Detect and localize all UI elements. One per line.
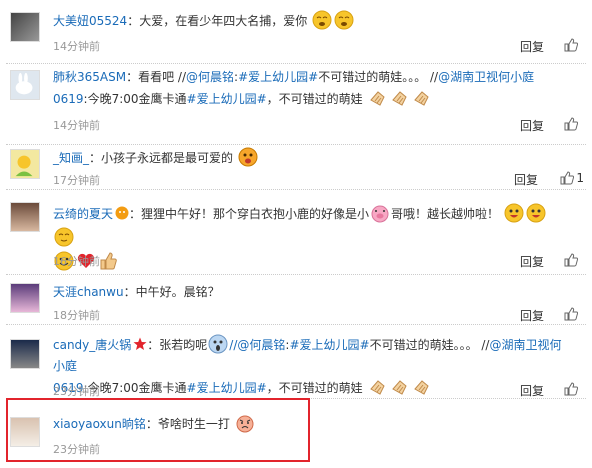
username[interactable]: candy_唐火锅 <box>53 338 131 352</box>
like-button[interactable] <box>564 307 578 321</box>
smiley-icon <box>238 147 258 167</box>
clap-icon <box>391 380 407 395</box>
avatar[interactable] <box>10 339 40 369</box>
thumbs-up-icon <box>564 253 578 267</box>
clap-icon <box>413 380 429 395</box>
smiley-icon <box>334 10 354 30</box>
comment-4: 云绮的夏天 ：狸狸中午好！那个穿白衣抱小鹿的好像是小 哥哦！越长越帅啦！ 16分钟前… <box>0 190 592 275</box>
like-button[interactable] <box>564 253 578 267</box>
timestamp: 23分钟前 <box>53 385 100 398</box>
topic-link[interactable]: #爱上幼儿园# <box>187 92 267 106</box>
timestamp: 16分钟前 <box>53 255 100 268</box>
topic-link[interactable]: #爱上幼儿园# <box>238 70 318 84</box>
like-button[interactable]: 1 <box>560 171 584 185</box>
topic-link[interactable]: #爱上幼儿园# <box>187 381 267 395</box>
username[interactable]: _知画_ <box>53 151 89 165</box>
reply-button[interactable]: 回复 <box>520 117 544 134</box>
thumbs-up-icon <box>564 117 578 131</box>
thumbs-up-icon <box>560 171 575 185</box>
reply-button[interactable]: 回复 <box>520 307 544 324</box>
username[interactable]: 肺秋365ASM <box>53 70 126 84</box>
avatar[interactable] <box>10 283 40 313</box>
comment-text: ：张若昀呢 <box>147 338 208 352</box>
avatar[interactable] <box>10 202 40 232</box>
mention[interactable]: @何晨铭 <box>186 70 234 84</box>
timestamp: 14分钟前 <box>53 40 100 53</box>
mention[interactable]: //@何晨铭 <box>229 338 285 352</box>
reply-button[interactable]: 回复 <box>520 253 544 270</box>
smiley-icon <box>526 203 546 223</box>
timestamp: 14分钟前 <box>53 119 100 132</box>
like-button[interactable] <box>564 38 578 52</box>
reply-button[interactable]: 回复 <box>520 38 544 55</box>
pig-icon <box>371 205 389 223</box>
star-badge-icon <box>115 206 129 220</box>
clap-icon <box>391 91 407 106</box>
comment-text: ：狸狸中午好！那个穿白衣抱小鹿的好像是小 <box>129 207 370 221</box>
comment-6: candy_唐火锅 ：张若昀呢//@何晨铭:#爱上幼儿园#不可错过的萌娃。。。 /… <box>0 325 592 399</box>
avatar[interactable] <box>10 149 40 179</box>
clap-icon <box>413 91 429 106</box>
star-badge-icon <box>133 337 147 350</box>
username[interactable]: 大美妞05524 <box>53 14 127 28</box>
comment-text: ：中午好。晨铭？ <box>123 285 220 299</box>
comment-text: ：小孩子永远都是最可爱的 <box>89 151 234 165</box>
scream-icon <box>208 334 228 354</box>
comment-1: 大美妞05524：大爱，在看少年四大名捕，爱你 14分钟前 回复 <box>0 0 592 64</box>
username[interactable]: 天涯chanwu <box>53 285 124 299</box>
reply-button[interactable]: 回复 <box>520 382 544 399</box>
comment-3: _知画_：小孩子永远都是最可爱的 17分钟前 回复 1 <box>0 145 592 190</box>
clap-icon <box>369 380 385 395</box>
like-count: 1 <box>576 171 584 185</box>
thumbs-up-icon <box>564 307 578 321</box>
comment-text: ：看看吧 // <box>126 70 186 84</box>
comment-5: 天涯chanwu：中午好。晨铭？ 18分钟前 回复 <box>0 275 592 325</box>
smiley-icon <box>312 10 332 30</box>
timestamp: 18分钟前 <box>53 309 100 322</box>
username[interactable]: 云绮的夏天 <box>53 207 113 221</box>
thumbs-up-emoji-icon <box>100 252 117 270</box>
clap-icon <box>369 91 385 106</box>
like-button[interactable] <box>564 117 578 131</box>
timestamp: 17分钟前 <box>53 174 100 187</box>
smiley-icon <box>54 227 74 247</box>
highlight-box <box>6 398 310 462</box>
reply-button[interactable]: 回复 <box>514 171 538 188</box>
like-button[interactable] <box>564 382 578 396</box>
comment-2: 肺秋365ASM：看看吧 //@何晨铭:#爱上幼儿园#不可错过的萌娃。。。 //… <box>0 64 592 145</box>
avatar[interactable] <box>10 12 40 42</box>
avatar[interactable] <box>10 70 40 100</box>
smiley-icon <box>504 203 524 223</box>
topic-link[interactable]: #爱上幼儿园# <box>289 338 369 352</box>
thumbs-up-icon <box>564 38 578 52</box>
comment-text: ：大爱，在看少年四大名捕，爱你 <box>127 14 308 28</box>
thumbs-up-icon <box>564 382 578 396</box>
